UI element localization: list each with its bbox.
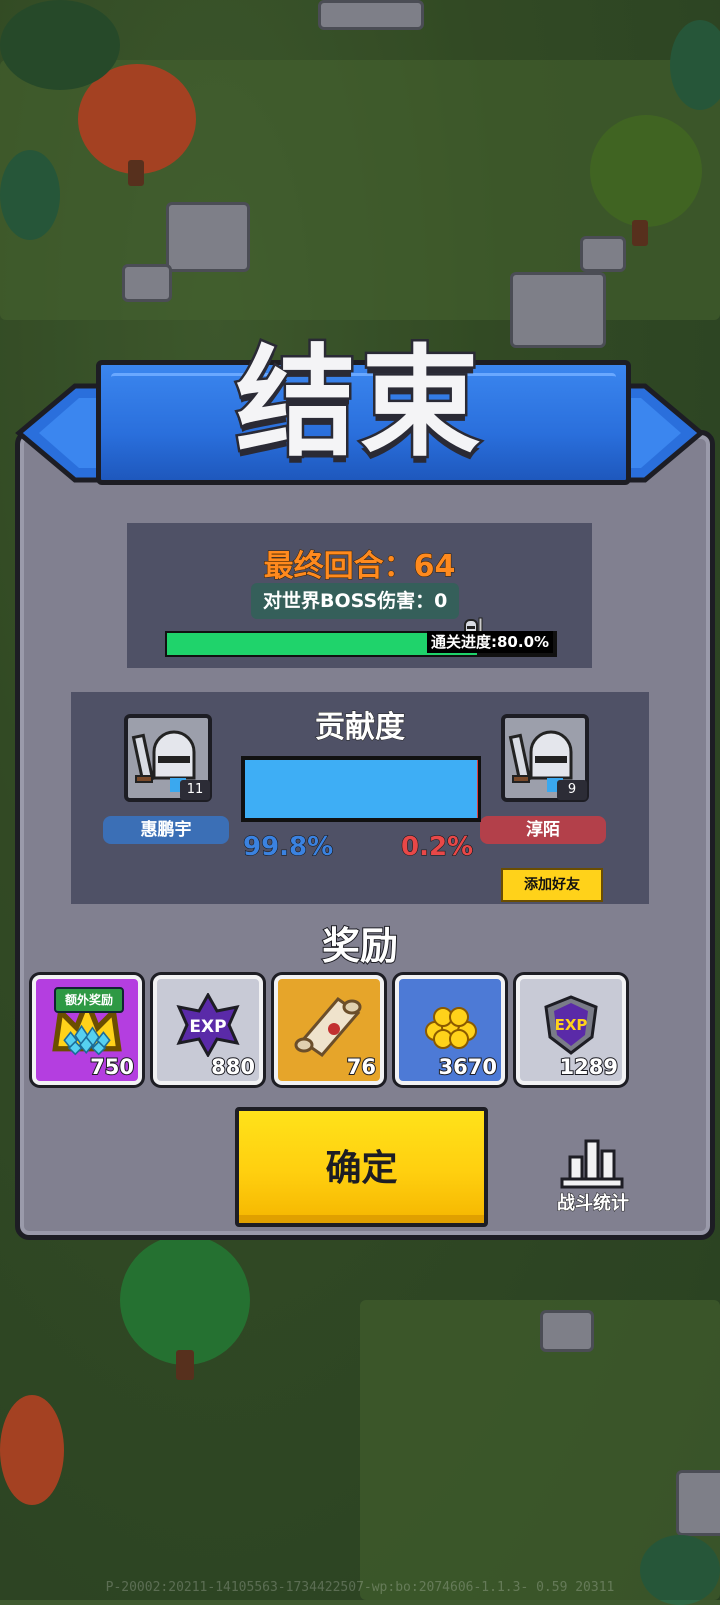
add-friend-button[interactable]: 添加好友 [501, 868, 603, 902]
exp-star-icon: EXP [171, 993, 245, 1057]
page-title: 结束 [0, 305, 720, 479]
rewards-title: 奖励 [0, 915, 720, 970]
reward-amount: 76 [347, 1055, 376, 1079]
reward-diamonds[interactable]: 额外奖励 750 [32, 975, 142, 1085]
reward-gold[interactable]: 3670 [395, 975, 505, 1085]
confirm-button[interactable]: 确定 [235, 1107, 488, 1227]
battle-stats-label: 战斗统计 [548, 1189, 638, 1215]
battle-summary: 最终回合：64 对世界BOSS伤害：0 通关进度:80.0% [127, 523, 592, 668]
confirm-button-label: 确定 [239, 1139, 484, 1191]
left-player-avatar[interactable]: 11 [124, 714, 212, 802]
reward-scroll[interactable]: 76 [274, 975, 384, 1085]
bar-chart-icon [548, 1135, 638, 1189]
right-player-level: 9 [557, 780, 587, 800]
reward-amount: 3670 [439, 1055, 497, 1079]
reward-amount: 880 [211, 1055, 255, 1079]
exp-shield-icon: EXP [534, 993, 608, 1057]
left-player-name: 惠鹏宇 [103, 816, 229, 844]
battle-stats-button[interactable]: 战斗统计 [548, 1135, 638, 1215]
contribution-bar [241, 756, 481, 822]
clear-progress-label: 通关进度:80.0% [427, 631, 553, 653]
boss-damage-badge: 对世界BOSS伤害：0 [251, 583, 459, 619]
right-contribution-percent: 0.2% [401, 832, 473, 862]
right-player-name: 淳陌 [480, 816, 606, 844]
left-player-level: 11 [180, 780, 210, 800]
build-version-text: P-20002:20211-14105563-1734422507-wp:bo:… [0, 1580, 720, 1595]
svg-text:EXP: EXP [555, 1016, 588, 1034]
scroll-icon [292, 993, 366, 1057]
reward-exp-shield[interactable]: EXP 1289 [516, 975, 626, 1085]
diamond-pile-icon [50, 1009, 124, 1059]
reward-amount: 1289 [560, 1055, 618, 1079]
svg-text:EXP: EXP [189, 1017, 226, 1037]
gold-coins-icon [413, 993, 487, 1057]
right-player-avatar[interactable]: 9 [501, 714, 589, 802]
left-contribution-percent: 99.8% [243, 832, 333, 862]
contribution-section: 贡献度 11 惠鹏宇 9 淳陌 99.8% 0.2% 添加好友 [71, 692, 649, 904]
reward-exp[interactable]: EXP 880 [153, 975, 263, 1085]
left-contribution-fill [245, 760, 477, 818]
final-round-text: 最终回合：64 [127, 541, 592, 585]
reward-amount: 750 [90, 1055, 134, 1079]
